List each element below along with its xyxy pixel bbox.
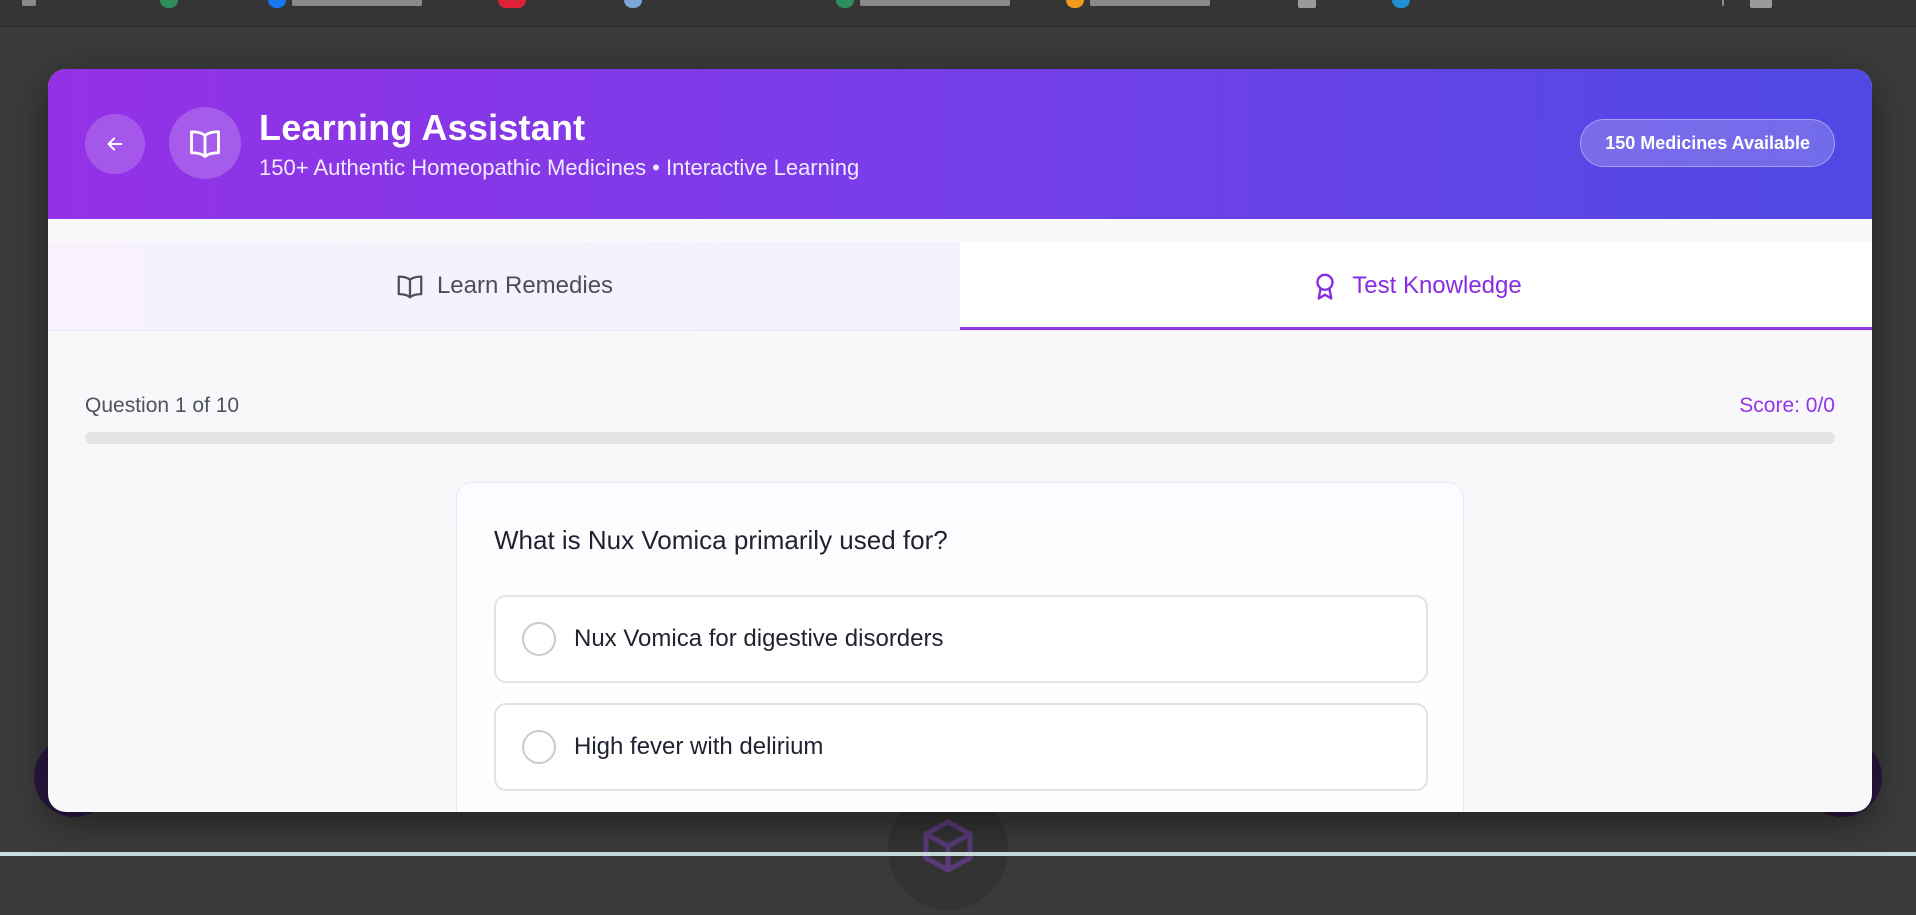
progress-bar <box>85 432 1835 444</box>
tab-label: Test Knowledge <box>1352 272 1522 299</box>
question-card: What is Nux Vomica primarily used for? N… <box>456 482 1464 812</box>
page-subtitle: 150+ Authentic Homeopathic Medicines • I… <box>259 155 860 180</box>
browser-bookmarks-bar <box>0 0 1916 27</box>
answer-option-label: Nux Vomica for digestive disorders <box>574 625 944 652</box>
bookmark-favicon[interactable] <box>1298 0 1316 8</box>
learning-assistant-modal: Learning Assistant 150+ Authentic Homeop… <box>48 69 1872 812</box>
answer-option-label: High fever with delirium <box>574 733 824 760</box>
page-title: Learning Assistant <box>259 107 586 148</box>
tab-bar: Learn Remedies Test Knowledge <box>48 242 1872 331</box>
score-text: Score: 0/0 <box>1739 394 1835 417</box>
bookmark-favicon[interactable] <box>268 0 286 8</box>
back-button[interactable] <box>85 114 145 174</box>
tab-test-knowledge[interactable]: Test Knowledge <box>960 242 1872 330</box>
award-icon <box>1316 273 1334 300</box>
tab-label: Learn Remedies <box>436 272 614 299</box>
tab-learn-remedies[interactable]: Learn Remedies <box>48 242 960 330</box>
logo-badge <box>169 107 241 179</box>
modal-header: Learning Assistant 150+ Authentic Homeop… <box>48 69 1872 219</box>
bookmarks-divider <box>1722 0 1724 6</box>
question-text: What is Nux Vomica primarily used for? <box>494 525 948 555</box>
bookmark-favicon[interactable] <box>498 0 526 8</box>
bookmark-favicon[interactable] <box>1392 0 1410 8</box>
bookmark-label <box>292 0 422 6</box>
bookmark-favicon[interactable] <box>1066 0 1084 8</box>
radio-button[interactable] <box>522 730 556 764</box>
medicines-count-badge: 150 Medicines Available <box>1580 119 1835 167</box>
bookmark-label <box>860 0 1010 6</box>
arrow-left-icon <box>107 137 123 151</box>
bookmark-favicon[interactable] <box>160 0 178 8</box>
bookmark-favicon[interactable] <box>836 0 854 8</box>
answer-option[interactable]: High fever with delirium <box>494 703 1428 791</box>
page-bottom-strip <box>0 852 1916 856</box>
open-book-icon <box>397 275 423 299</box>
question-progress-text: Question 1 of 10 <box>85 394 240 417</box>
bookmark-label <box>1090 0 1210 6</box>
radio-button[interactable] <box>522 622 556 656</box>
bookmark-favicon[interactable] <box>624 0 642 8</box>
star-icon <box>22 0 36 6</box>
answer-option[interactable]: Nux Vomica for digestive disorders <box>494 595 1428 683</box>
open-book-icon <box>190 130 220 158</box>
folder-icon[interactable] <box>1750 0 1772 8</box>
